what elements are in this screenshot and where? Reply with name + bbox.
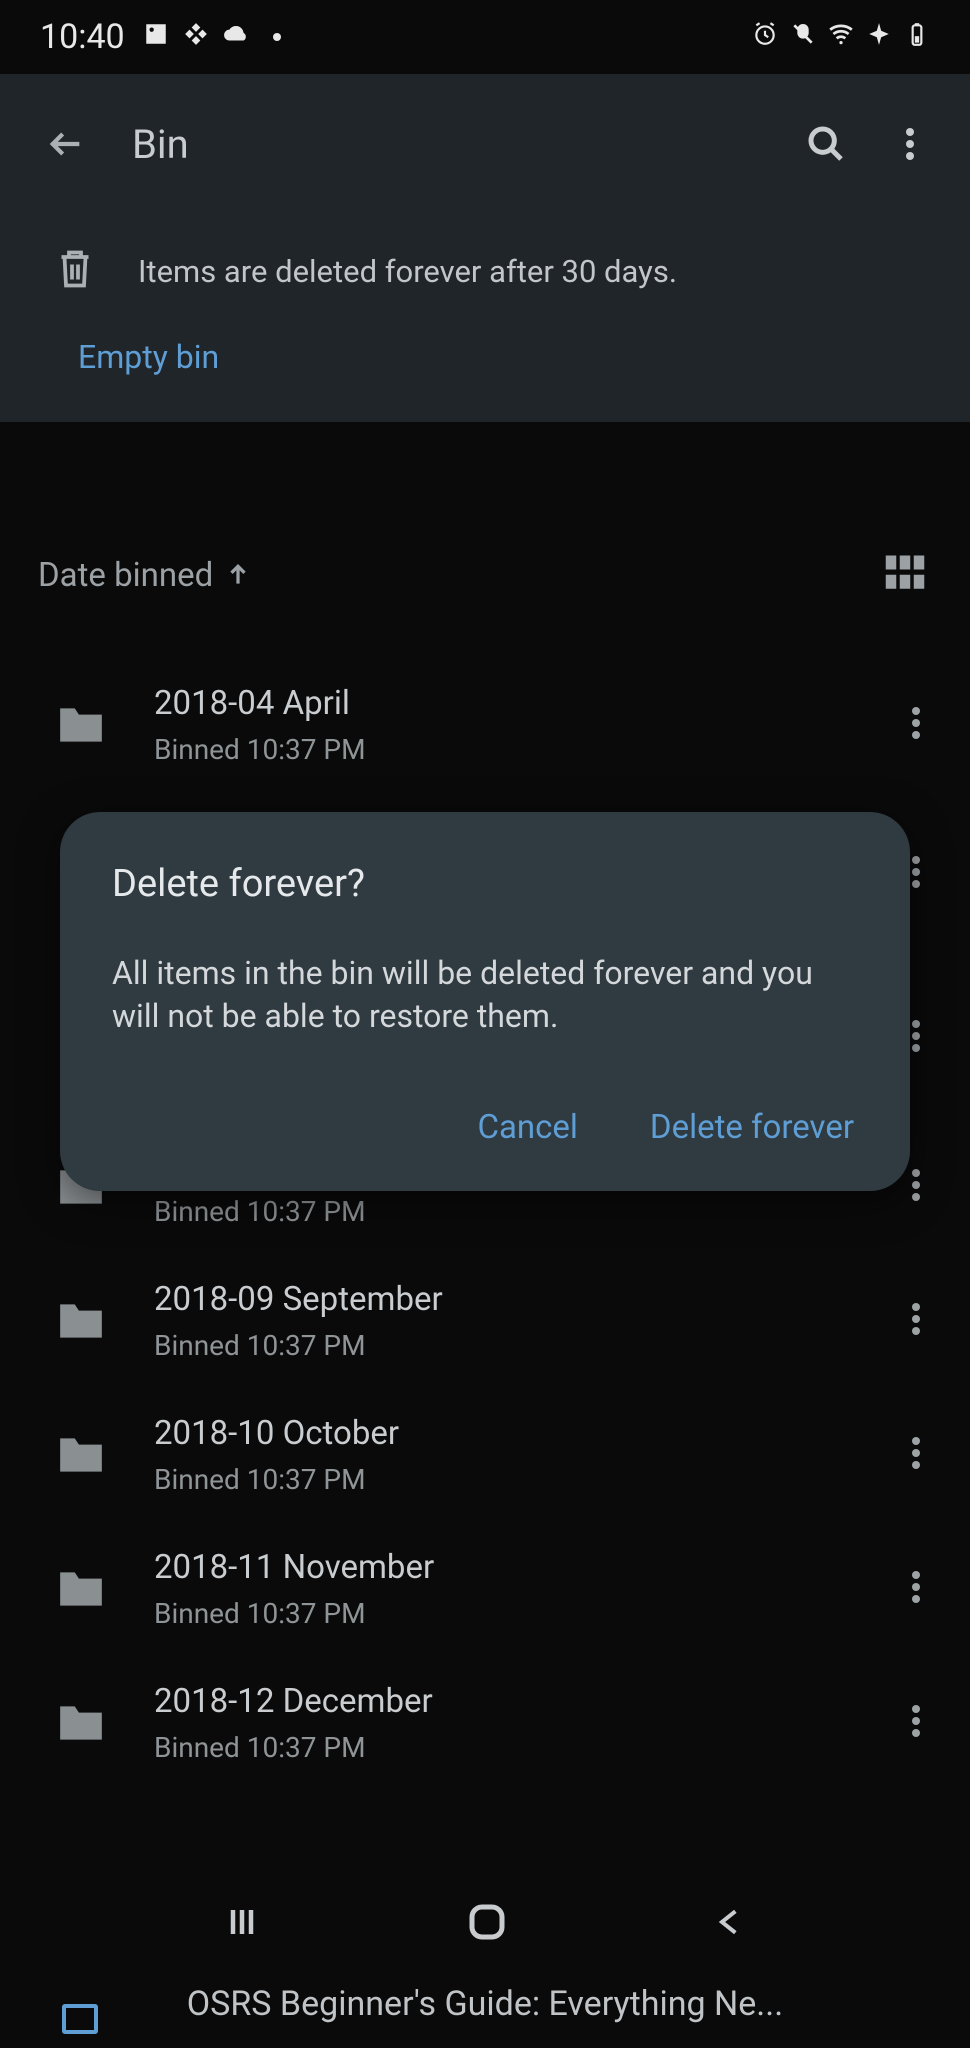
sort-row: Date binned — [0, 422, 970, 658]
delete-forever-button[interactable]: Delete forever — [650, 1108, 854, 1147]
item-subtitle: Binned 10:37 PM — [154, 1329, 912, 1362]
confirm-dialog: Delete forever? All items in the bin wil… — [60, 812, 910, 1191]
item-subtitle: Binned 10:37 PM — [154, 1731, 912, 1764]
item-title: 2018-09 September — [154, 1280, 912, 1319]
folder-icon — [56, 704, 106, 746]
list-item[interactable]: 2018-11 November Binned 10:37 PM — [0, 1522, 970, 1656]
dot-icon — [273, 33, 281, 41]
banner-message: Items are deleted forever after 30 days. — [138, 253, 677, 290]
caption-text: OSRS Beginner's Guide: Everything Ne... — [0, 1984, 970, 2024]
arrow-up-icon — [225, 562, 251, 588]
item-more-button[interactable] — [912, 1168, 920, 1206]
battery-icon — [904, 20, 930, 55]
sort-label-text: Date binned — [38, 556, 213, 595]
image-icon — [143, 20, 169, 55]
item-more-button[interactable] — [912, 1436, 920, 1474]
search-button[interactable] — [796, 114, 856, 174]
sort-button[interactable]: Date binned — [38, 556, 251, 595]
wifi-icon — [828, 20, 854, 55]
status-time: 10:40 — [40, 17, 125, 57]
home-button[interactable] — [467, 1902, 507, 1946]
item-title: 2018-12 December — [154, 1682, 912, 1721]
cloud-icon — [223, 20, 249, 55]
grid-view-button[interactable] — [884, 552, 926, 598]
item-title: 2018-11 November — [154, 1548, 912, 1587]
system-back-button[interactable] — [714, 1904, 746, 1944]
item-title: 2018-04 April — [154, 684, 912, 723]
item-more-button[interactable] — [912, 1570, 920, 1608]
item-subtitle: Binned 10:37 PM — [154, 1463, 912, 1496]
folder-icon — [56, 1434, 106, 1476]
diamond-icon — [183, 20, 209, 55]
alarm-icon — [752, 20, 778, 55]
item-title: 2018-10 October — [154, 1414, 912, 1453]
recents-button[interactable] — [224, 1904, 260, 1944]
dialog-title: Delete forever? — [112, 862, 858, 906]
mute-icon — [790, 20, 816, 55]
system-nav-bar — [0, 1884, 970, 1964]
item-more-button[interactable] — [912, 1019, 920, 1057]
item-more-button[interactable] — [912, 855, 920, 893]
cancel-button[interactable]: Cancel — [477, 1108, 577, 1147]
status-bar: 10:40 — [0, 0, 970, 74]
list-item[interactable]: 2018-09 September Binned 10:37 PM — [0, 1254, 970, 1388]
airplane-icon — [866, 20, 892, 55]
folder-icon — [56, 1568, 106, 1610]
overflow-menu-button[interactable] — [880, 114, 940, 174]
item-subtitle: Binned 10:37 PM — [154, 1195, 912, 1228]
list-item[interactable]: 2018-12 December Binned 10:37 PM — [0, 1656, 970, 1790]
info-banner: Items are deleted forever after 30 days.… — [0, 214, 970, 422]
empty-bin-button[interactable]: Empty bin — [56, 338, 914, 376]
page-title: Bin — [132, 121, 772, 168]
item-subtitle: Binned 10:37 PM — [154, 733, 912, 766]
dialog-body: All items in the bin will be deleted for… — [112, 952, 858, 1038]
item-more-button[interactable] — [912, 706, 920, 744]
back-button[interactable] — [36, 114, 96, 174]
folder-icon — [56, 1300, 106, 1342]
list-item[interactable]: 2018-04 April Binned 10:37 PM — [0, 658, 970, 792]
item-subtitle: Binned 10:37 PM — [154, 1597, 912, 1630]
item-more-button[interactable] — [912, 1302, 920, 1340]
trash-icon — [56, 248, 94, 294]
list-item[interactable]: 2018-10 October Binned 10:37 PM — [0, 1388, 970, 1522]
folder-icon — [56, 1702, 106, 1744]
item-more-button[interactable] — [912, 1704, 920, 1742]
app-bar: Bin — [0, 74, 970, 214]
